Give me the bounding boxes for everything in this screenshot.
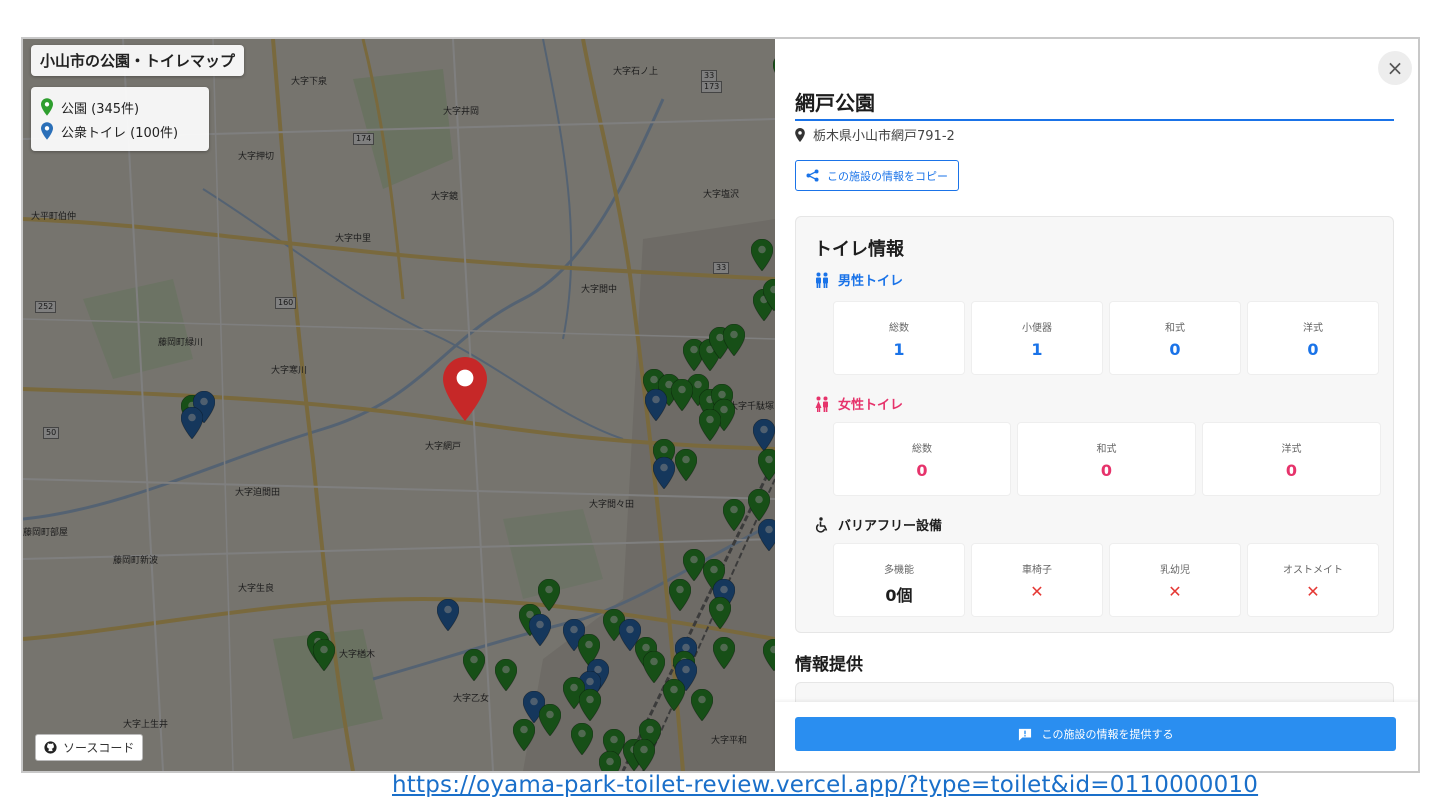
stat-cell: 和式 0 xyxy=(1109,301,1241,375)
stat-label: 洋式 xyxy=(1281,444,1302,455)
stat-label: 洋式 xyxy=(1303,323,1323,334)
female-toilet-stats: 総数 0 和式 0 洋式 0 xyxy=(833,422,1381,496)
close-button[interactable]: × xyxy=(1378,51,1412,85)
github-icon xyxy=(44,741,57,754)
toilet-info-card: トイレ情報 男性トイレ 総数 1 小便器 1 和式 0 洋式 0 女性トイレ 総… xyxy=(795,216,1394,633)
source-code-button[interactable]: ソースコード xyxy=(35,734,144,761)
selected-location-pin-icon[interactable] xyxy=(443,357,487,421)
provide-info-button[interactable]: この施設の情報を提供する xyxy=(795,717,1396,751)
male-toilet-heading: 男性トイレ xyxy=(814,270,903,289)
address-text: 栃木県小山市網戸791-2 xyxy=(813,129,955,144)
legend-item-park: 公園 (345件) xyxy=(41,95,199,119)
copy-info-button[interactable]: この施設の情報をコピー xyxy=(795,160,959,191)
barrier-free-title: バリアフリー設備 xyxy=(838,519,943,534)
stat-cell: 乳幼児 ✕ xyxy=(1109,543,1241,617)
stat-label: 小便器 xyxy=(1022,323,1052,334)
stat-value: 1 xyxy=(1031,340,1043,359)
legend-label: 公衆トイレ (100件) xyxy=(61,125,179,141)
app-frame: 大字下泉 大字井岡 大字石ノ上 大字押切 大字鏡 大字塩沢 大平町伯仲 大字中里… xyxy=(21,37,1420,773)
stat-cell: 多機能 0個 xyxy=(833,543,965,617)
source-code-label: ソースコード xyxy=(63,741,135,755)
male-toilet-stats: 総数 1 小便器 1 和式 0 洋式 0 xyxy=(833,301,1379,375)
location-pin-icon xyxy=(795,127,805,142)
facility-detail-panel: × 網戸公園 栃木県小山市網戸791-2 この施設の情報をコピー トイレ情報 男… xyxy=(775,39,1418,771)
male-toilet-icon xyxy=(816,272,828,288)
title-underline xyxy=(795,119,1394,121)
barrier-free-stats: 多機能 0個 車椅子 ✕ 乳幼児 ✕ オストメイト ✕ xyxy=(833,543,1379,617)
copy-button-label: この施設の情報をコピー xyxy=(827,169,948,183)
stat-value: 0 xyxy=(916,461,928,480)
barrier-free-heading: バリアフリー設備 xyxy=(814,515,942,534)
facility-name: 網戸公園 xyxy=(795,91,875,115)
facility-address: 栃木県小山市網戸791-2 xyxy=(795,125,955,144)
stat-label: 総数 xyxy=(912,444,932,455)
provide-button-label: この施設の情報を提供する xyxy=(1041,728,1174,741)
stat-value: 0個 xyxy=(885,586,913,605)
female-toilet-icon xyxy=(815,396,828,412)
stat-label: 多機能 xyxy=(884,565,914,576)
park-pin-icon xyxy=(41,98,53,116)
map-area[interactable]: 大字下泉 大字井岡 大字石ノ上 大字押切 大字鏡 大字塩沢 大平町伯仲 大字中里… xyxy=(23,39,775,771)
stat-value: 0 xyxy=(1307,340,1319,359)
info-provide-heading: 情報提供 xyxy=(795,655,863,675)
stat-cell: 洋式 0 xyxy=(1202,422,1381,496)
male-toilet-title: 男性トイレ xyxy=(838,274,904,289)
stat-cell: 洋式 0 xyxy=(1247,301,1379,375)
cross-icon: ✕ xyxy=(1306,582,1320,601)
stat-value: 0 xyxy=(1100,461,1113,480)
stat-label: 乳幼児 xyxy=(1160,565,1190,576)
stat-label: 車椅子 xyxy=(1022,565,1052,576)
stat-label: 和式 xyxy=(1096,444,1117,455)
cross-icon: ✕ xyxy=(1168,582,1182,601)
page-url-link[interactable]: https://oyama-park-toilet-review.vercel.… xyxy=(392,772,1258,798)
stat-cell: 車椅子 ✕ xyxy=(971,543,1103,617)
stat-label: オストメイト xyxy=(1283,565,1343,576)
stat-cell: 総数 0 xyxy=(833,422,1011,496)
stat-value: 1 xyxy=(893,340,905,359)
stat-cell: 小便器 1 xyxy=(971,301,1103,375)
feedback-icon xyxy=(1018,728,1031,741)
female-toilet-heading: 女性トイレ xyxy=(814,394,903,413)
bottom-action-bar: この施設の情報を提供する xyxy=(775,702,1418,771)
toilet-pin-icon xyxy=(41,122,53,140)
cross-icon: ✕ xyxy=(1030,582,1044,601)
female-toilet-title: 女性トイレ xyxy=(838,398,904,413)
wheelchair-icon xyxy=(815,516,828,533)
map-title: 小山市の公園・トイレマップ xyxy=(31,45,245,76)
stat-cell: オストメイト ✕ xyxy=(1247,543,1379,617)
map-legend: 公園 (345件) 公衆トイレ (100件) xyxy=(31,87,209,151)
stat-label: 和式 xyxy=(1165,323,1185,334)
legend-label: 公園 (345件) xyxy=(61,101,140,117)
legend-item-toilet: 公衆トイレ (100件) xyxy=(41,119,199,143)
stat-cell: 総数 1 xyxy=(833,301,965,375)
stat-value: 0 xyxy=(1285,461,1298,480)
share-icon xyxy=(806,169,819,182)
toilet-info-title: トイレ情報 xyxy=(814,239,904,260)
stat-value: 0 xyxy=(1169,340,1181,359)
stat-cell: 和式 0 xyxy=(1017,422,1196,496)
stat-label: 総数 xyxy=(889,323,909,334)
